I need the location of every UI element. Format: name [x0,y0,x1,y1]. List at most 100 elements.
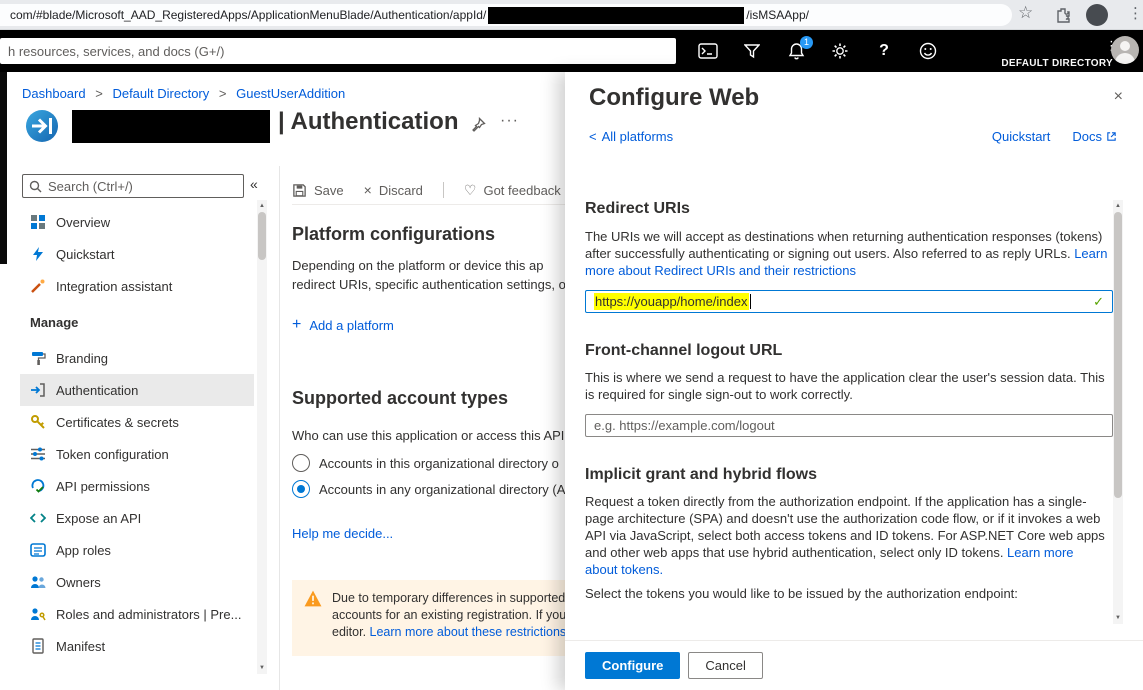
sidebar-item-branding[interactable]: Branding [20,342,254,374]
add-platform-button[interactable]: + Add a platform [292,316,394,334]
platform-configurations-heading: Platform configurations [292,224,495,245]
add-icon: + [292,316,301,334]
scroll-down-icon[interactable]: ▼ [257,662,267,674]
all-platforms-back-link[interactable]: < All platforms [589,129,673,144]
manifest-icon [30,638,46,654]
sidebar-search[interactable] [22,174,244,198]
page-title: | Authentication [278,108,458,136]
panel-scrollbar-thumb[interactable] [1114,212,1122,498]
sidebar-search-input[interactable] [48,179,243,194]
supported-account-types-heading: Supported account types [292,388,508,409]
sidebar-item-api-permissions[interactable]: API permissions [20,470,254,502]
help-me-decide-link[interactable]: Help me decide... [292,526,393,541]
sidebar-item-manifest[interactable]: Manifest [20,630,254,662]
gear-icon[interactable] [830,41,850,61]
quickstart-link[interactable]: Quickstart [992,129,1051,144]
panel-title: Configure Web [589,84,759,112]
browser-menu-icon[interactable]: ⋮ [1128,4,1143,22]
discard-button[interactable]: × Discard [364,182,423,198]
docs-link[interactable]: Docs [1072,129,1117,144]
account-types-question: Who can use this application or access t… [292,428,565,443]
sidebar-item-roles-administrators[interactable]: Roles and administrators | Pre... [20,598,254,630]
sidebar-item-expose-api[interactable]: Expose an API [20,502,254,534]
branding-icon [30,350,46,366]
configure-button[interactable]: Configure [585,652,680,679]
implicit-grant-description: Request a token directly from the author… [585,493,1109,578]
pin-icon[interactable] [470,117,486,136]
search-icon [29,180,42,193]
sidebar-item-authentication[interactable]: Authentication [20,374,254,406]
address-bar[interactable]: com/#blade/Microsoft_AAD_RegisteredApps/… [0,4,1012,26]
sidebar-collapse-button[interactable]: « [250,176,258,192]
breadcrumb-app[interactable]: GuestUserAddition [236,86,345,101]
roles-administrators-icon [30,606,46,622]
sidebar-item-certificates-secrets[interactable]: Certificates & secrets [20,406,254,438]
authentication-icon [30,382,46,398]
scroll-down-icon[interactable]: ▼ [1113,612,1123,624]
breadcrumb-separator: > [95,86,103,101]
sidebar-item-integration-assistant[interactable]: Integration assistant [20,270,254,302]
account-avatar[interactable] [1111,36,1139,64]
directory-label: DEFAULT DIRECTORY [1001,58,1113,69]
save-button[interactable]: Save [292,183,344,198]
app-registration-icon [24,108,60,147]
radio-single-tenant[interactable]: Accounts in this organizational director… [292,454,565,472]
back-chevron-icon: < [589,129,597,144]
blade-more-icon[interactable]: ··· [500,112,519,130]
sidebar-scrollbar[interactable]: ▲ ▼ [257,200,267,674]
redirect-uris-description: The URIs we will accept as destinations … [585,228,1109,279]
certificates-icon [30,414,46,430]
redirect-uri-input[interactable]: https://youapp/home/index ✓ [585,290,1113,313]
discard-x-icon: × [364,182,372,198]
scroll-up-icon[interactable]: ▲ [1113,200,1123,212]
breadcrumb-dashboard[interactable]: Dashboard [22,86,86,101]
notifications-bell-icon[interactable]: 1 [786,41,806,61]
toolbar-underline [292,204,565,205]
owners-icon [30,574,46,590]
sidebar-scrollbar-thumb[interactable] [258,212,266,260]
breadcrumb-directory[interactable]: Default Directory [112,86,209,101]
sidebar-item-token-configuration[interactable]: Token configuration [20,438,254,470]
logout-url-heading: Front-channel logout URL [585,342,782,360]
bookmark-star-icon[interactable]: ☆ [1018,3,1033,23]
cloud-shell-icon[interactable] [698,41,718,61]
close-icon[interactable]: × [1114,88,1123,106]
radio-checked-icon[interactable] [292,480,310,498]
browser-toolbar: com/#blade/Microsoft_AAD_RegisteredApps/… [0,0,1143,30]
warning-banner: Due to temporary differences in supporte… [292,580,604,656]
feedback-button[interactable]: ♡ Got feedback [464,182,561,199]
url-text-suffix: /isMSAApp/ [746,8,809,22]
breadcrumb: Dashboard > Default Directory > GuestUse… [22,86,345,101]
warning-icon [304,590,322,646]
extensions-icon[interactable] [1055,7,1071,26]
scroll-up-icon[interactable]: ▲ [257,200,267,212]
help-icon[interactable]: ? [874,41,894,61]
sidebar-item-overview[interactable]: Overview [20,206,254,238]
toolbar-divider [443,182,444,198]
panel-footer: Configure Cancel [565,640,1143,690]
filter-icon[interactable] [742,41,762,61]
sidebar-item-quickstart[interactable]: Quickstart [20,238,254,270]
feedback-smiley-icon[interactable] [918,41,938,61]
integration-assistant-icon [30,278,46,294]
command-bar: Save × Discard ♡ Got feedback [292,176,561,204]
sidebar-item-owners[interactable]: Owners [20,566,254,598]
warning-learn-more-link[interactable]: Learn more about these restrictions. [370,625,570,639]
quickstart-icon [30,246,46,262]
logout-url-input-wrap [585,414,1113,437]
platform-description: Depending on the platform or device this… [292,256,565,294]
cancel-button[interactable]: Cancel [688,652,762,679]
logout-url-input[interactable] [586,415,1112,436]
expose-api-icon [30,510,46,526]
radio-multi-tenant[interactable]: Accounts in any organizational directory… [292,480,565,498]
panel-scrollbar[interactable]: ▲ ▼ [1113,200,1123,624]
notification-badge: 1 [800,36,813,49]
global-search-input[interactable] [0,38,676,64]
browser-profile-avatar[interactable] [1086,4,1108,26]
radio-unchecked-icon[interactable] [292,454,310,472]
token-configuration-icon [30,446,46,462]
redacted-app-name [72,110,270,143]
sidebar-item-app-roles[interactable]: App roles [20,534,254,566]
implicit-grant-heading: Implicit grant and hybrid flows [585,466,817,484]
redirect-uris-heading: Redirect URIs [585,200,690,218]
